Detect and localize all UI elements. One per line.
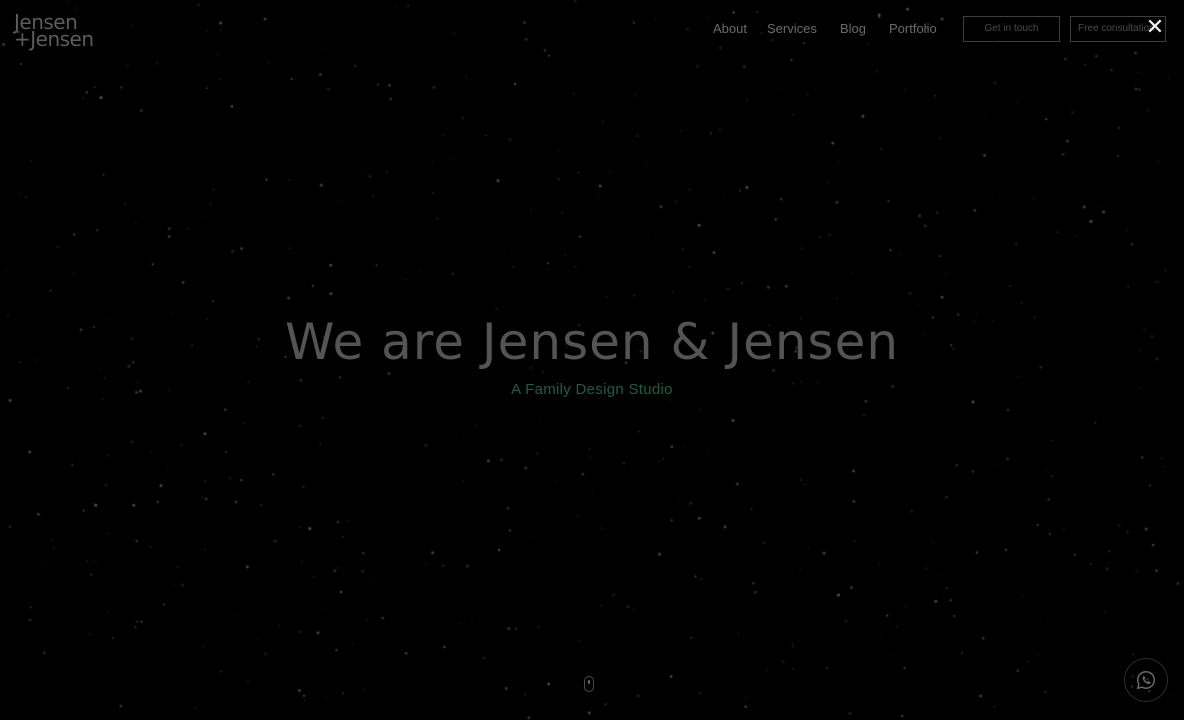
whatsapp-icon[interactable] xyxy=(1124,658,1168,702)
nav-services[interactable]: Services xyxy=(767,20,817,38)
mouse-scroll-icon[interactable] xyxy=(584,676,594,692)
get-in-touch-button[interactable]: Get in touch xyxy=(963,16,1060,42)
site-logo[interactable]: Jensen +Jensen xyxy=(14,12,98,54)
nav-portfolio[interactable]: Portfolio xyxy=(889,20,937,38)
hero-title: We are Jensen & Jensen xyxy=(284,313,900,371)
logo-line-2: +Jensen xyxy=(14,27,94,51)
whatsapp-glyph xyxy=(1136,671,1156,690)
nav-about[interactable]: About xyxy=(713,20,747,38)
hero-subtitle: A Family Design Studio xyxy=(511,381,673,398)
close-icon[interactable]: ✕ xyxy=(1144,17,1166,39)
nav-blog[interactable]: Blog xyxy=(840,20,866,38)
scroll-wheel-dot xyxy=(588,680,590,684)
